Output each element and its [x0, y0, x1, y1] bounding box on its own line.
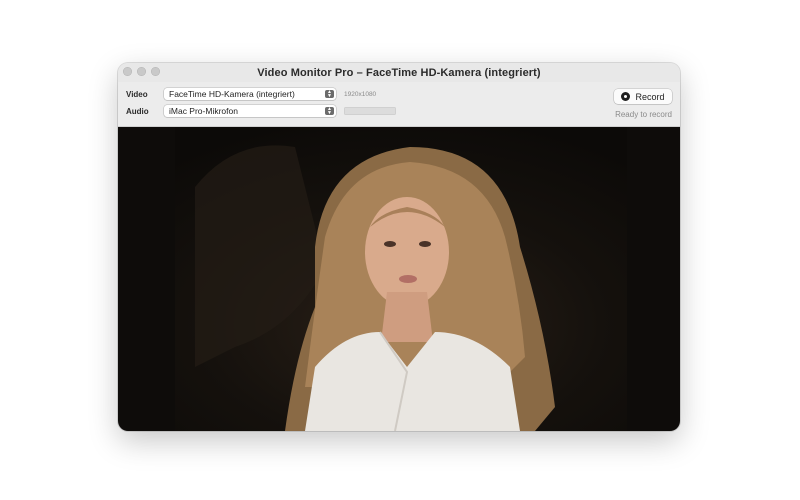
close-window-button[interactable]	[123, 67, 132, 76]
audio-level-meter	[344, 107, 396, 115]
updown-chevron-icon: ▲ ▼	[325, 90, 334, 99]
record-button[interactable]: Record	[614, 89, 672, 104]
video-label: Video	[126, 89, 148, 99]
video-row: Video FaceTime HD-Kamera (integriert) ▲ ▼…	[126, 88, 376, 100]
updown-chevron-icon: ▲ ▼	[325, 107, 334, 116]
video-device-value: FaceTime HD-Kamera (integriert)	[169, 89, 295, 99]
audio-device-value: iMac Pro-Mikrofon	[169, 106, 238, 116]
audio-row: Audio iMac Pro-Mikrofon ▲ ▼	[126, 105, 396, 117]
record-status: Ready to record	[615, 110, 672, 119]
audio-device-select[interactable]: iMac Pro-Mikrofon ▲ ▼	[164, 105, 336, 117]
window-controls	[123, 67, 160, 76]
app-window: Video Monitor Pro – FaceTime HD-Kamera (…	[118, 63, 680, 431]
camera-frame	[175, 127, 627, 431]
record-circle-icon	[621, 92, 631, 101]
window-title: Video Monitor Pro – FaceTime HD-Kamera (…	[257, 66, 541, 79]
record-button-label: Record	[635, 91, 665, 102]
person-silhouette-image	[195, 145, 555, 431]
device-toolbar: Video FaceTime HD-Kamera (integriert) ▲ ▼…	[118, 82, 680, 127]
audio-label: Audio	[126, 106, 149, 116]
title-bar: Video Monitor Pro – FaceTime HD-Kamera (…	[118, 63, 680, 82]
resolution-label: 1920x1080	[344, 90, 377, 98]
zoom-window-button[interactable]	[151, 67, 160, 76]
minimize-window-button[interactable]	[137, 67, 146, 76]
video-preview	[118, 127, 680, 431]
video-device-select[interactable]: FaceTime HD-Kamera (integriert) ▲ ▼	[164, 88, 336, 100]
